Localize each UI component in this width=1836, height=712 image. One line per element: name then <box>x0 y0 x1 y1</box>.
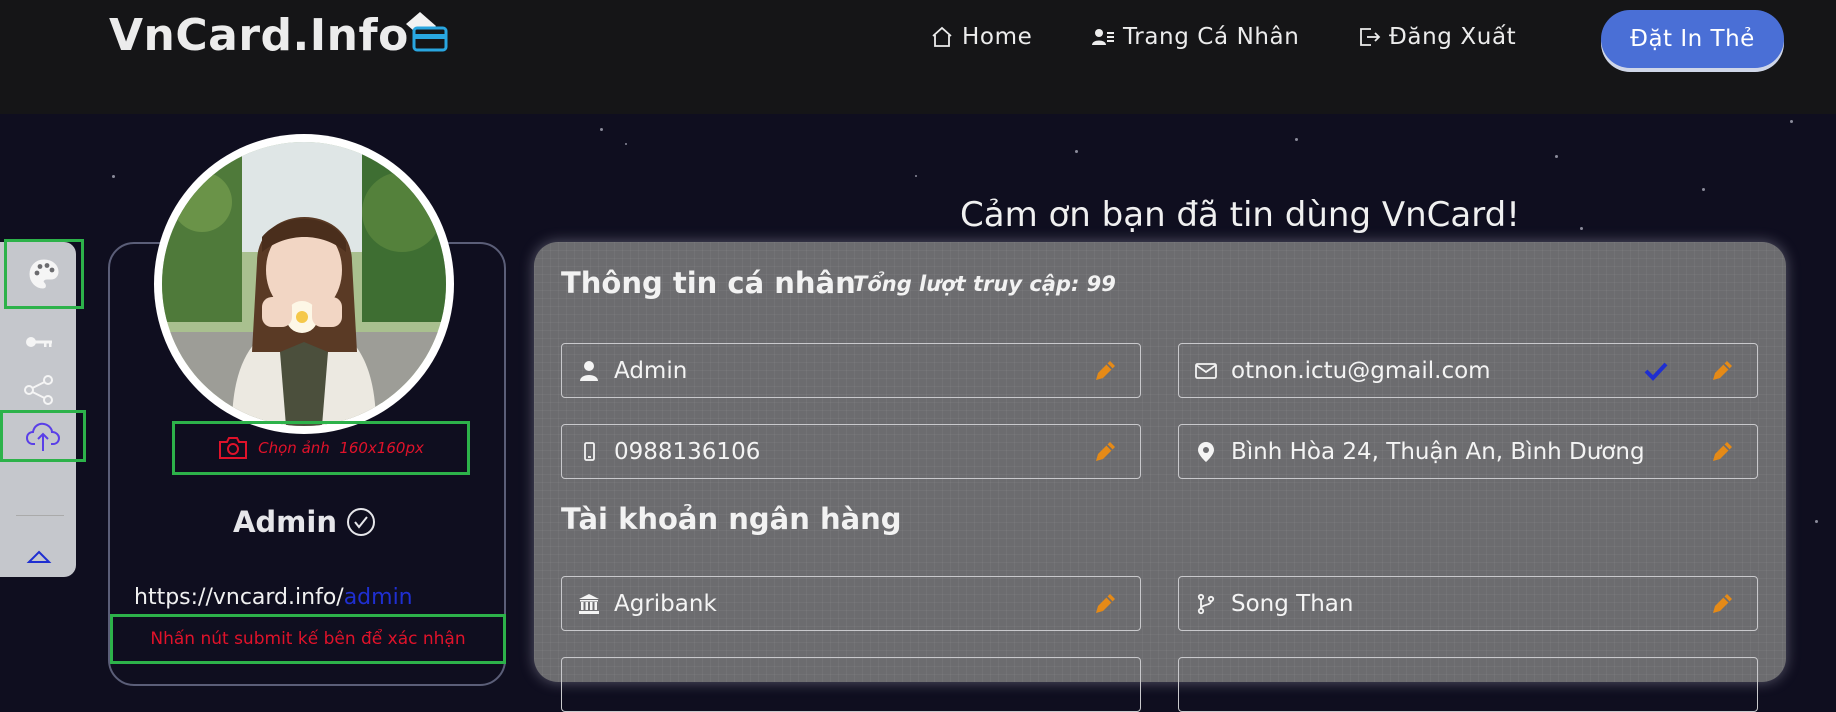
phone-field[interactable]: 0988136106 <box>561 424 1141 479</box>
phone-value: 0988136106 <box>614 438 761 465</box>
location-pin-icon <box>1198 441 1214 462</box>
profile-url-prefix: https://vncard.info/ <box>134 585 344 610</box>
toolbar-divider <box>16 515 64 516</box>
palette-icon <box>29 259 59 289</box>
profile-url-slug-input[interactable]: admin <box>344 585 413 610</box>
card-logo-icon <box>406 12 448 52</box>
user-icon <box>580 360 598 381</box>
name-value: Admin <box>614 357 688 384</box>
edit-bank-pencil-icon[interactable] <box>1092 591 1118 617</box>
camera-icon <box>219 437 248 459</box>
nav-profile-label: Trang Cá Nhân <box>1123 24 1300 50</box>
thanks-heading: Cảm ơn bạn đã tin dùng VnCard! <box>960 195 1520 235</box>
code-branch-icon <box>1197 593 1215 614</box>
bank-building-icon <box>579 593 599 614</box>
avatar[interactable] <box>162 142 446 426</box>
verified-checkmark-icon <box>1644 362 1668 381</box>
branch-field[interactable]: Song Than <box>1178 576 1758 631</box>
nav-home-label: Home <box>962 24 1033 50</box>
name-field[interactable]: Admin <box>561 343 1141 398</box>
nav-home[interactable]: Home <box>930 24 1032 50</box>
user-list-icon <box>1092 29 1114 45</box>
visit-count: Tổng lượt truy cập: 99 <box>853 272 1116 296</box>
address-value: Bình Hòa 24, Thuận An, Bình Dương <box>1231 438 1645 465</box>
personal-info-title: Thông tin cá nhân <box>561 266 856 300</box>
edit-branch-pencil-icon[interactable] <box>1709 591 1735 617</box>
home-icon <box>932 26 952 47</box>
email-value: otnon.ictu@gmail.com <box>1231 357 1491 384</box>
bank-value: Agribank <box>614 590 717 617</box>
chevron-up-icon <box>26 550 52 563</box>
nav-logout-label: Đăng Xuất <box>1389 24 1517 50</box>
upload-tool-button[interactable] <box>0 410 86 462</box>
bank-field[interactable]: Agribank <box>561 576 1141 631</box>
account-number-field[interactable] <box>561 657 1141 712</box>
share-icon <box>24 375 53 405</box>
cloud-upload-icon <box>26 422 60 451</box>
order-card-button[interactable]: Đặt In Thẻ <box>1601 10 1784 68</box>
envelope-icon <box>1195 362 1217 379</box>
nav-logout[interactable]: Đăng Xuất <box>1357 24 1516 50</box>
submit-note: Nhấn nút submit kế bên để xác nhận <box>110 614 506 664</box>
edit-address-pencil-icon[interactable] <box>1709 439 1735 465</box>
edit-phone-pencil-icon[interactable] <box>1092 439 1118 465</box>
site-logo[interactable]: VnCard.Info <box>109 10 409 61</box>
choose-photo-label: Chọn ảnh 160x160px <box>258 439 424 457</box>
verified-check-icon <box>347 508 375 536</box>
account-holder-field[interactable] <box>1178 657 1758 712</box>
profile-name: Admin <box>108 505 502 539</box>
top-navbar: VnCard.Info Home Trang Cá Nhân Đăng Xuất… <box>0 0 1836 114</box>
key-icon <box>26 337 52 347</box>
bank-account-title: Tài khoản ngân hàng <box>561 502 902 536</box>
edit-name-pencil-icon[interactable] <box>1092 358 1118 384</box>
logout-icon <box>1360 28 1381 46</box>
nav-profile[interactable]: Trang Cá Nhân <box>1091 24 1299 50</box>
email-field[interactable]: otnon.ictu@gmail.com <box>1178 343 1758 398</box>
branch-value: Song Than <box>1231 590 1354 617</box>
profile-url: https://vncard.info/admin <box>134 585 413 610</box>
profile-name-text: Admin <box>232 505 337 539</box>
mobile-phone-icon <box>584 441 595 461</box>
address-field[interactable]: Bình Hòa 24, Thuận An, Bình Dương <box>1178 424 1758 479</box>
avatar-frame <box>154 134 454 434</box>
theme-tool-button[interactable] <box>4 239 84 309</box>
edit-email-pencil-icon[interactable] <box>1709 358 1735 384</box>
side-toolbar <box>0 239 86 577</box>
avatar-photo <box>162 142 446 426</box>
choose-photo-button[interactable]: Chọn ảnh 160x160px <box>172 421 470 475</box>
collapse-toolbar-button[interactable] <box>24 548 54 572</box>
